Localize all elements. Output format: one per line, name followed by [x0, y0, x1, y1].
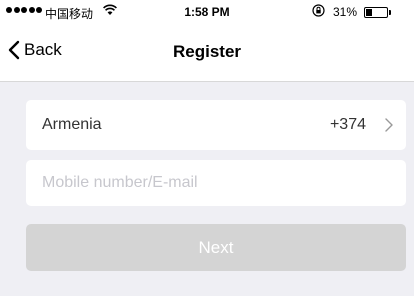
status-bar: 中国移动 1:58 PM 31%: [0, 0, 414, 26]
chevron-right-icon: [385, 118, 393, 137]
back-button[interactable]: Back: [8, 40, 62, 60]
back-label: Back: [24, 40, 62, 59]
contact-field-container: [26, 160, 406, 206]
battery-tip: [389, 10, 391, 15]
country-selector[interactable]: Armenia +374: [26, 100, 406, 150]
next-button[interactable]: Next: [26, 224, 406, 271]
navigation-bar: Back Register: [0, 26, 414, 82]
battery-level-fill: [366, 9, 372, 16]
page-title: Register: [172, 42, 242, 61]
battery-icon: [364, 7, 388, 18]
battery-percent: 31%: [333, 5, 358, 19]
country-name: Armenia: [42, 116, 102, 133]
rotation-lock-icon: [312, 4, 325, 20]
chevron-left-icon: [8, 40, 20, 60]
mobile-email-input[interactable]: [26, 160, 406, 206]
country-code: +374: [329, 116, 366, 133]
